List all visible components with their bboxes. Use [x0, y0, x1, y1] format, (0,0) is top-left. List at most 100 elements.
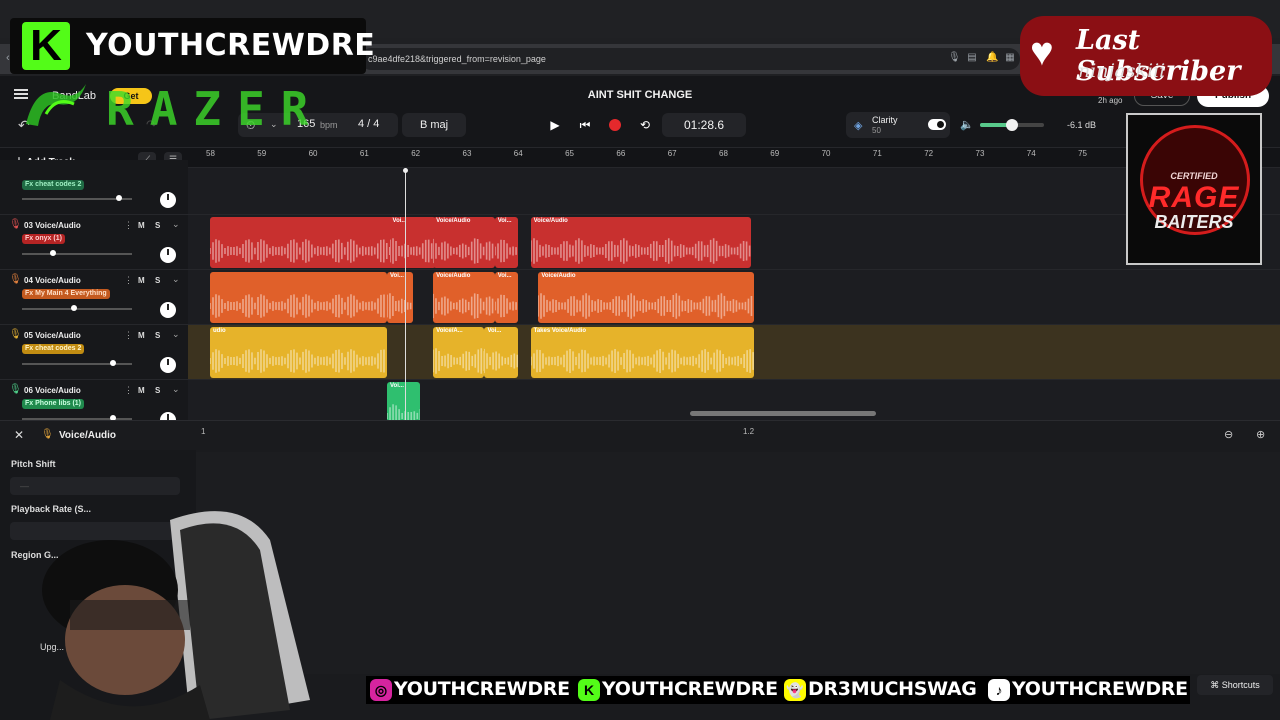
clarity-label[interactable]: Clarity	[872, 115, 898, 125]
audio-clip[interactable]: Voi...	[494, 272, 518, 323]
ruler-bar-number: 64	[513, 149, 523, 158]
fx-badge[interactable]: Fx cheat codes 2	[22, 180, 85, 190]
track-name[interactable]: 05 Voice/Audio	[24, 331, 81, 340]
audio-clip[interactable]: udio	[210, 327, 387, 378]
fx-badge[interactable]: Fx My Main 4 Everything	[22, 289, 110, 299]
time-signature[interactable]: 4 / 4	[358, 118, 379, 130]
fx-badge[interactable]: Fx cheat codes 2	[22, 344, 85, 354]
track-header[interactable]: Fx cheat codes 2	[0, 160, 188, 215]
chevron-down-icon[interactable]: ⌄	[172, 384, 180, 395]
solo-button[interactable]: S	[155, 331, 160, 340]
track-volume-handle[interactable]	[115, 195, 122, 201]
audio-clip[interactable]: Voi...	[484, 327, 518, 378]
clip-label: Takes Voice/Audio	[533, 328, 587, 334]
badge-main-text: RAGE	[1148, 181, 1240, 214]
webcam-feed	[42, 511, 310, 720]
mute-button[interactable]: M	[138, 331, 145, 340]
ruler-bar-number: 58	[206, 149, 215, 158]
grid-icon[interactable]: ▦	[1004, 52, 1016, 64]
track-name[interactable]: 04 Voice/Audio	[24, 276, 81, 285]
ruler-bar-number: 68	[719, 149, 728, 158]
audio-clip[interactable]: Voi...	[389, 217, 413, 268]
track-volume-handle[interactable]	[70, 305, 77, 311]
pan-knob[interactable]	[160, 192, 176, 208]
audio-clip[interactable]: Voi...	[386, 272, 413, 323]
track-header[interactable]: 🎙 03 Voice/Audio ⋮ M S ⌄ Fx onyx (1)	[0, 215, 188, 270]
razer-snake-logo	[26, 84, 86, 126]
audio-clip[interactable]: Takes Voice/Audio	[530, 327, 754, 378]
mute-button[interactable]: M	[138, 276, 145, 285]
fx-badge[interactable]: Fx onyx (1)	[22, 234, 65, 244]
solo-button[interactable]: S	[155, 221, 160, 230]
shortcuts-button[interactable]: ⌘ Shortcuts	[1197, 675, 1273, 695]
mute-button[interactable]: M	[138, 386, 145, 395]
zoom-in-icon[interactable]: ⊕	[1256, 428, 1265, 441]
speaker-icon[interactable]: 🔈	[960, 118, 974, 131]
more-icon[interactable]: ⋮	[124, 220, 133, 231]
pan-knob[interactable]	[160, 302, 176, 318]
key-selector[interactable]: B maj	[402, 113, 466, 137]
track-name[interactable]: 03 Voice/Audio	[24, 221, 81, 230]
track-volume-handle[interactable]	[110, 360, 117, 366]
pan-knob[interactable]	[160, 357, 176, 373]
audio-clip[interactable]: Voice/Audio	[538, 272, 754, 323]
close-icon[interactable]: ✕	[14, 428, 24, 442]
more-icon[interactable]: ⋮	[124, 275, 133, 286]
track-name[interactable]: 06 Voice/Audio	[24, 386, 81, 395]
track-lane[interactable]	[188, 160, 1280, 215]
more-icon[interactable]: ⋮	[124, 330, 133, 341]
track-header[interactable]: 🎙 05 Voice/Audio ⋮ M S ⌄ Fx cheat codes 2	[0, 325, 188, 380]
record-button[interactable]	[609, 119, 621, 131]
pitch-shift-field[interactable]: —	[10, 477, 180, 495]
playhead-handle[interactable]	[402, 168, 408, 173]
chevron-down-icon[interactable]: ⌄	[172, 329, 180, 340]
clip-label: Voice/Audio	[436, 218, 471, 224]
pan-knob[interactable]	[160, 247, 176, 263]
audio-clip[interactable]: Voi...	[494, 217, 518, 268]
extension-icon[interactable]: ▤	[966, 52, 978, 64]
clip-label: udio	[213, 328, 226, 334]
waveform	[530, 238, 751, 264]
horizontal-scrollbar[interactable]	[690, 411, 876, 416]
audio-clip[interactable]: Voice/Audio	[433, 217, 495, 268]
track-volume-handle[interactable]	[50, 250, 57, 256]
track-volume-slider[interactable]	[22, 250, 132, 256]
waveform	[484, 348, 518, 374]
waveform	[386, 293, 412, 319]
track-volume-slider[interactable]	[22, 360, 132, 366]
audio-clip[interactable]: Voice/Audio	[530, 217, 752, 268]
mic-icon[interactable]: 🎙	[948, 52, 961, 64]
audio-clip[interactable]: Voice/A...	[433, 327, 485, 378]
bell-icon[interactable]: 🔔	[986, 52, 998, 64]
fx-badge[interactable]: Fx Phone libs (1)	[22, 399, 85, 409]
track-volume-slider[interactable]	[22, 195, 132, 201]
skip-back-icon[interactable]: ⏮	[573, 114, 597, 136]
clip-label: Voi...	[487, 328, 502, 334]
audio-clip[interactable]: Voice/Audio	[433, 272, 495, 323]
solo-button[interactable]: S	[155, 276, 160, 285]
playhead[interactable]	[404, 168, 406, 420]
address-bar[interactable]: c9ae4dfe218&triggered_from=revision_page	[360, 48, 1020, 70]
song-title[interactable]: AINT SHIT CHANGE	[540, 89, 740, 101]
ruler-bar-number: 65	[565, 149, 574, 158]
track-header[interactable]: 🎙 04 Voice/Audio ⋮ M S ⌄ Fx My Main 4 Every…	[0, 270, 188, 325]
loop-icon[interactable]: ⟲	[633, 114, 657, 136]
waveform	[433, 348, 485, 374]
play-icon[interactable]: ▶	[543, 114, 567, 136]
more-icon[interactable]: ⋮	[124, 385, 133, 396]
chevron-down-icon[interactable]: ⌄	[172, 219, 180, 230]
chevron-down-icon[interactable]: ⌄	[172, 274, 180, 285]
instagram-icon: ◎	[370, 679, 392, 701]
audio-clip[interactable]	[210, 272, 387, 323]
ruler-bar-number: 72	[924, 149, 934, 158]
waveform	[494, 294, 517, 318]
zoom-out-icon[interactable]: ⊖	[1224, 428, 1233, 441]
editor-grid[interactable]	[196, 452, 1280, 674]
pitch-shift-label: Pitch Shift	[11, 459, 56, 469]
mute-button[interactable]: M	[138, 221, 145, 230]
solo-button[interactable]: S	[155, 386, 160, 395]
master-volume-handle[interactable]	[1006, 119, 1018, 131]
track-volume-slider[interactable]	[22, 305, 132, 311]
ruler-bar-number: 73	[975, 149, 985, 158]
clarity-toggle[interactable]	[928, 119, 946, 130]
